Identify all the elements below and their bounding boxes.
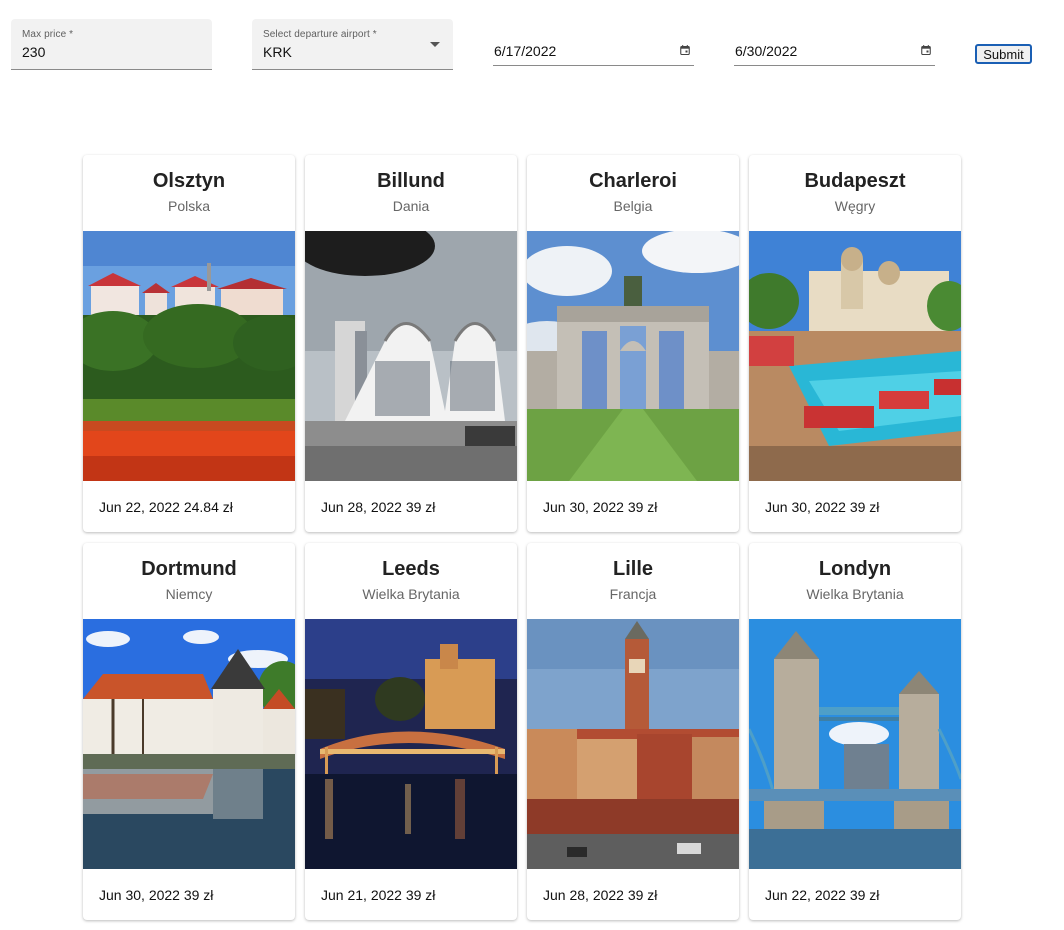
flight-date-price: Jun 28, 2022 39 zł: [321, 499, 436, 515]
destination-card[interactable]: Londyn Wielka Brytania Jun 22, 2022 39 z…: [749, 543, 961, 920]
destination-city: Dortmund: [141, 558, 237, 580]
destination-card[interactable]: Charleroi Belgia Jun 30, 2022 39 zł: [527, 155, 739, 532]
departure-airport-label: Select departure airport *: [263, 29, 377, 40]
destination-country: Wielka Brytania: [806, 586, 904, 602]
start-date-input[interactable]: 6/17/2022: [494, 43, 556, 59]
max-price-label: Max price *: [22, 29, 74, 40]
end-date-field[interactable]: 6/30/2022: [734, 38, 935, 66]
destination-country: Belgia: [613, 198, 653, 214]
card-header: Dortmund Niemcy: [83, 543, 295, 619]
destination-city: Lille: [612, 558, 653, 580]
destination-card[interactable]: Dortmund Niemcy Jun 30, 2022 39 zł: [83, 543, 295, 920]
start-date-field[interactable]: 6/17/2022: [493, 38, 694, 66]
dropdown-arrow-icon[interactable]: [430, 42, 440, 47]
search-filter-bar: Max price * 230 Select departure airport…: [0, 0, 1064, 90]
card-header: Lille Francja: [527, 543, 739, 619]
departure-airport-select[interactable]: Select departure airport * KRK: [252, 19, 453, 70]
card-header: Londyn Wielka Brytania: [749, 543, 961, 619]
destination-grid: Olsztyn Polska Jun 22, 2022 24.84 zł Bil…: [83, 155, 963, 925]
end-date-input[interactable]: 6/30/2022: [735, 43, 797, 59]
flight-date-price: Jun 30, 2022 39 zł: [543, 499, 658, 515]
destination-country: Dania: [392, 198, 430, 214]
departure-airport-value[interactable]: KRK: [263, 44, 292, 60]
destination-card[interactable]: Olsztyn Polska Jun 22, 2022 24.84 zł: [83, 155, 295, 532]
destination-card[interactable]: Leeds Wielka Brytania Jun 21, 2022 39 zł: [305, 543, 517, 920]
flight-date-price: Jun 22, 2022 39 zł: [765, 887, 880, 903]
destination-photo: [749, 619, 961, 869]
destination-country: Polska: [167, 198, 211, 214]
destination-photo: [305, 619, 517, 869]
destination-country: Niemcy: [165, 586, 213, 602]
destination-card[interactable]: Lille Francja Jun 28, 2022 39 zł: [527, 543, 739, 920]
destination-photo: [749, 231, 961, 481]
flight-date-price: Jun 21, 2022 39 zł: [321, 887, 436, 903]
destination-photo: [305, 231, 517, 481]
destination-city: Olsztyn: [152, 170, 226, 192]
destination-card[interactable]: Budapeszt Węgry Jun 30, 2022 39 zł: [749, 155, 961, 532]
card-header: Billund Dania: [305, 155, 517, 231]
card-header: Olsztyn Polska: [83, 155, 295, 231]
destination-city: Billund: [377, 170, 445, 192]
flight-date-price: Jun 30, 2022 39 zł: [99, 887, 214, 903]
submit-button[interactable]: Submit: [975, 44, 1032, 64]
destination-city: Charleroi: [589, 170, 677, 192]
calendar-icon[interactable]: [680, 45, 690, 55]
destination-photo: [83, 231, 295, 481]
destination-photo: [83, 619, 295, 869]
destination-card[interactable]: Billund Dania Jun 28, 2022 39 zł: [305, 155, 517, 532]
destination-country: Francja: [609, 586, 657, 602]
calendar-icon[interactable]: [921, 45, 931, 55]
destination-country: Węgry: [834, 198, 876, 214]
destination-country: Wielka Brytania: [362, 586, 460, 602]
flight-date-price: Jun 30, 2022 39 zł: [765, 499, 880, 515]
flight-date-price: Jun 28, 2022 39 zł: [543, 887, 658, 903]
card-header: Leeds Wielka Brytania: [305, 543, 517, 619]
destination-photo: [527, 619, 739, 869]
card-header: Charleroi Belgia: [527, 155, 739, 231]
destination-city: Londyn: [818, 558, 892, 580]
max-price-field[interactable]: Max price * 230: [11, 19, 212, 70]
flight-date-price: Jun 22, 2022 24.84 zł: [99, 499, 233, 515]
destination-city: Leeds: [382, 558, 440, 580]
card-header: Budapeszt Węgry: [749, 155, 961, 231]
destination-city: Budapeszt: [804, 170, 906, 192]
destination-photo: [527, 231, 739, 481]
max-price-input[interactable]: 230: [22, 44, 45, 60]
